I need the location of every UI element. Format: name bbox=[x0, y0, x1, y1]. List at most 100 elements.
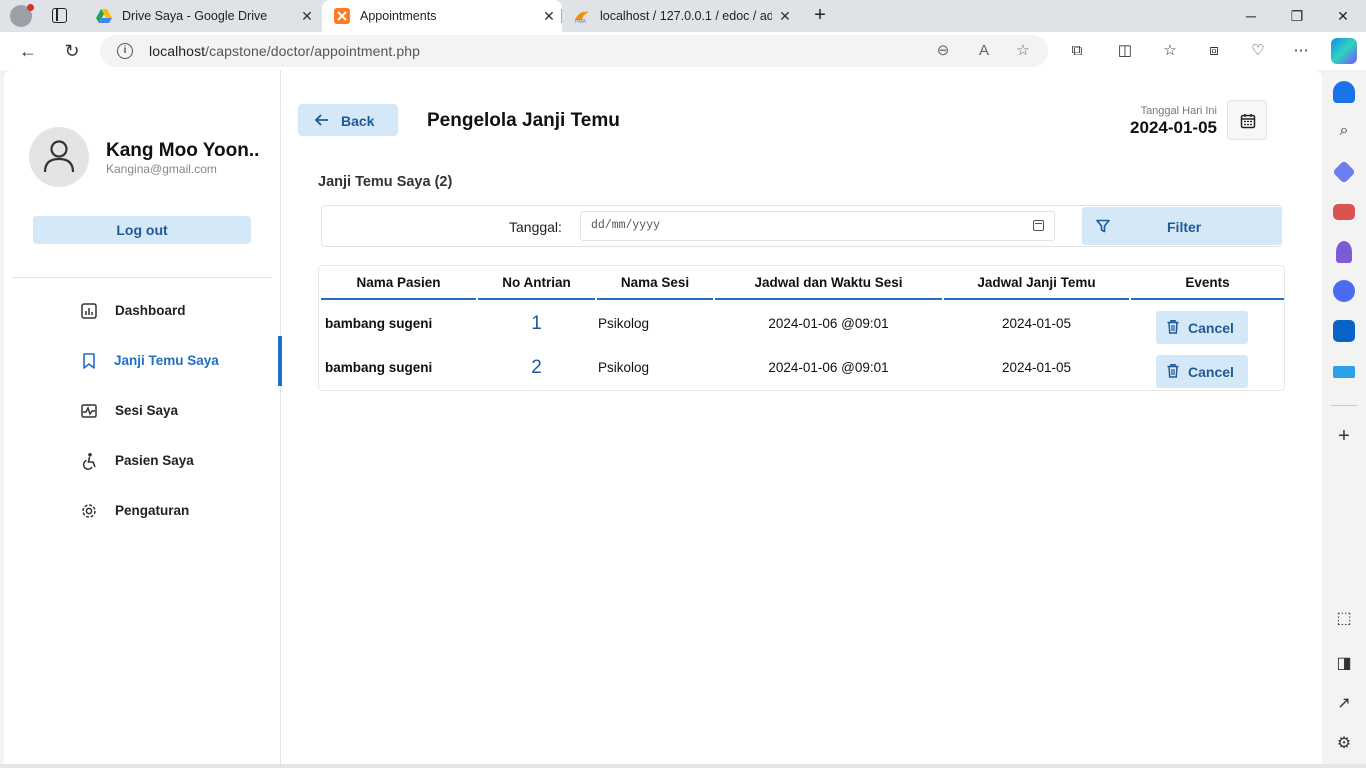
session-icon bbox=[81, 404, 97, 418]
calendar-icon bbox=[1240, 114, 1256, 129]
tab-phpmyadmin[interactable]: PMA localhost / 127.0.0.1 / edoc / adm ✕ bbox=[562, 0, 798, 32]
appointments-table: Nama Pasien No Antrian Nama Sesi Jadwal … bbox=[318, 265, 1285, 391]
menu-item-label: Pengaturan bbox=[115, 503, 190, 518]
games-icon[interactable] bbox=[1336, 241, 1352, 263]
trash-icon bbox=[1167, 364, 1179, 378]
column-header: Nama Pasien bbox=[356, 275, 441, 290]
cancel-button[interactable]: Cancel bbox=[1156, 355, 1248, 388]
tools-briefcase-icon[interactable] bbox=[1333, 204, 1355, 220]
extensions-icon[interactable]: ⧉ bbox=[1065, 39, 1089, 63]
notification-bell-icon[interactable] bbox=[1333, 81, 1355, 103]
url-bar[interactable]: i localhost/capstone/doctor/appointment.… bbox=[100, 35, 1048, 67]
queue-number-cell: 1 bbox=[531, 313, 542, 334]
patient-icon bbox=[82, 453, 96, 470]
microsoft-365-icon[interactable] bbox=[1333, 280, 1355, 302]
filter-button-label: Filter bbox=[1167, 219, 1202, 235]
tab-google-drive[interactable]: Drive Saya - Google Drive ✕ bbox=[84, 0, 320, 32]
copilot-icon[interactable] bbox=[1331, 38, 1357, 64]
menu-item-dashboard[interactable]: Dashboard bbox=[4, 286, 281, 336]
edge-sidebar: ⌕ + ⬚ ◨ ↗ ⚙ bbox=[1322, 70, 1366, 768]
cancel-button[interactable]: Cancel bbox=[1156, 311, 1248, 344]
new-tab-icon[interactable]: + bbox=[808, 4, 832, 28]
column-header: Jadwal dan Waktu Sesi bbox=[754, 275, 903, 290]
menu-item-janji-temu-saya[interactable]: Janji Temu Saya bbox=[4, 336, 282, 386]
svg-text:PMA: PMA bbox=[575, 19, 587, 24]
tab-title: Appointments bbox=[360, 9, 437, 23]
favorites-icon[interactable]: ☆ bbox=[1158, 39, 1182, 63]
menu-item-sesi-saya[interactable]: Sesi Saya bbox=[4, 386, 281, 436]
logout-button[interactable]: Log out bbox=[33, 216, 251, 244]
cancel-label: Cancel bbox=[1188, 364, 1234, 380]
read-aloud-icon[interactable]: A bbox=[974, 41, 994, 61]
profile-icon[interactable] bbox=[10, 4, 34, 27]
trash-icon bbox=[1167, 320, 1179, 334]
patient-name-cell: bambang sugeni bbox=[325, 360, 433, 375]
close-tab-icon[interactable]: ✕ bbox=[772, 8, 798, 25]
open-external-icon[interactable]: ↗ bbox=[1333, 693, 1355, 715]
column-header: Events bbox=[1185, 275, 1230, 290]
add-icon[interactable]: + bbox=[1333, 425, 1355, 447]
site-info-icon[interactable]: i bbox=[117, 43, 133, 59]
appointment-date-cell: 2024-01-05 bbox=[1001, 360, 1072, 375]
date-picker-icon[interactable] bbox=[1033, 220, 1044, 231]
column-header: Jadwal Janji Temu bbox=[977, 275, 1096, 290]
settings-gear-icon[interactable]: ⚙ bbox=[1333, 733, 1355, 755]
shopping-tag-icon[interactable] bbox=[1332, 160, 1356, 184]
menu-item-pasien-saya[interactable]: Pasien Saya bbox=[4, 436, 281, 486]
filter-button[interactable]: Filter bbox=[1082, 207, 1281, 245]
tab-appointments[interactable]: Appointments ✕ bbox=[322, 0, 562, 32]
web-page: Kang Moo Yoon.. Kangina@gmail.com Log ou… bbox=[4, 70, 1322, 764]
menu-item-label: Janji Temu Saya bbox=[114, 353, 219, 368]
menu-item-label: Sesi Saya bbox=[115, 403, 179, 418]
tab-title: localhost / 127.0.0.1 / edoc / adm bbox=[600, 9, 772, 23]
menu-item-label: Pasien Saya bbox=[115, 453, 194, 468]
page-title: Pengelola Janji Temu bbox=[427, 110, 620, 131]
filter-bar: Tanggal: dd/mm/yyyy Filter bbox=[321, 205, 1282, 247]
browser-essentials-icon[interactable]: ♡ bbox=[1246, 39, 1270, 63]
calendar-button[interactable] bbox=[1227, 100, 1267, 140]
xampp-icon bbox=[334, 8, 350, 24]
more-options-icon[interactable]: ⋯ bbox=[1289, 39, 1313, 63]
minimize-icon[interactable]: ─ bbox=[1228, 0, 1274, 32]
url-text[interactable]: localhost/capstone/doctor/appointment.ph… bbox=[149, 43, 420, 59]
today-date-label: Tanggal Hari Ini bbox=[1140, 105, 1217, 117]
close-tab-icon[interactable]: ✕ bbox=[294, 8, 320, 25]
restore-icon[interactable]: ❐ bbox=[1274, 0, 1320, 32]
sidebar-toggle-icon[interactable]: ◨ bbox=[1333, 653, 1355, 675]
header-underline bbox=[478, 298, 595, 300]
search-icon[interactable]: ⌕ bbox=[1333, 120, 1355, 142]
tab-title: Drive Saya - Google Drive bbox=[122, 9, 268, 23]
menu-item-pengaturan[interactable]: Pengaturan bbox=[4, 486, 281, 536]
header-underline bbox=[321, 298, 476, 300]
refresh-icon[interactable]: ↻ bbox=[60, 39, 84, 63]
side-menu: Kang Moo Yoon.. Kangina@gmail.com Log ou… bbox=[4, 70, 282, 764]
back-button[interactable]: Back bbox=[298, 104, 398, 136]
today-date-value: 2024-01-05 bbox=[1130, 118, 1217, 137]
drop-icon[interactable] bbox=[1333, 366, 1355, 378]
screenshot-icon[interactable]: ⬚ bbox=[1333, 608, 1355, 630]
zoom-icon[interactable]: ⊖ bbox=[933, 41, 953, 61]
avatar bbox=[29, 127, 89, 187]
session-name-cell: Psikolog bbox=[598, 316, 650, 331]
close-window-icon[interactable]: ✕ bbox=[1320, 0, 1366, 32]
session-name-cell: Psikolog bbox=[598, 360, 650, 375]
column-header: Nama Sesi bbox=[620, 275, 690, 290]
phpmyadmin-icon: PMA bbox=[575, 11, 589, 24]
close-tab-icon[interactable]: ✕ bbox=[536, 8, 562, 25]
collections-icon[interactable]: ⧈ bbox=[1202, 39, 1226, 63]
profile-name: Kang Moo Yoon.. bbox=[106, 140, 260, 161]
split-screen-icon[interactable]: ◫ bbox=[1113, 39, 1137, 63]
tab-actions-icon[interactable] bbox=[52, 8, 67, 23]
user-icon bbox=[43, 140, 75, 173]
date-filter-label: Tanggal: bbox=[509, 219, 562, 235]
notification-dot bbox=[27, 4, 34, 11]
favorite-star-icon[interactable]: ☆ bbox=[1013, 41, 1033, 61]
back-arrow-icon[interactable]: ← bbox=[16, 39, 40, 63]
url-host: localhost bbox=[149, 43, 206, 59]
menu-item-label: Dashboard bbox=[115, 303, 186, 318]
session-time-cell: 2024-01-06 @09:01 bbox=[768, 316, 889, 331]
filter-funnel-icon bbox=[1096, 219, 1110, 233]
arrow-left-icon bbox=[314, 114, 328, 126]
outlook-icon[interactable] bbox=[1333, 320, 1355, 342]
date-filter-input[interactable]: dd/mm/yyyy bbox=[580, 211, 1055, 241]
